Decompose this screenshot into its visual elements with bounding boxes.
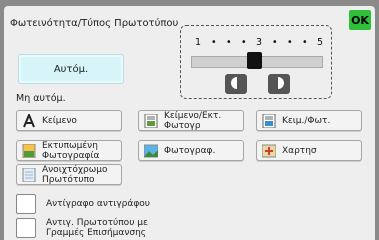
light-original-icon [22,167,36,182]
scale-mark-5: 5 [317,37,324,48]
photo-icon [144,144,158,158]
density-control: 1 • • • 3 • • • 5 [180,25,332,99]
type-text-print-photo-button[interactable]: Κείμενο/Εκτ. Φωτογρ [138,110,244,131]
ok-button[interactable]: OK [349,10,371,30]
highlighter-checkbox[interactable] [16,218,36,238]
type-map-label: Χαρτησ [282,145,317,156]
scale-dot: • [211,37,217,48]
printed-photo-icon [22,143,36,158]
scale-mark-3: 3 [256,37,263,48]
auto-button[interactable]: Αυτόμ. [18,54,124,84]
type-text-print-photo-label: Κείμενο/Εκτ. Φωτογρ [164,110,222,131]
density-decrease-button[interactable] [225,74,247,94]
half-circle-left-icon [230,75,242,94]
scale-dot: • [272,37,278,48]
text-a-icon [22,113,36,128]
copy-of-copy-label: Αντίγραφο αντιγράφου [46,199,150,209]
type-text-photo-button[interactable]: Κειμ./Φωτ. [256,110,362,131]
text-print-photo-icon [144,113,158,128]
density-slider-knob[interactable] [247,52,262,69]
type-text-label: Κείμενο [42,115,77,126]
type-light-original-button[interactable]: Ανοιχτόχρωμο Πρωτότυπο [16,164,122,185]
scale-dot: • [302,37,308,48]
scale-dot: • [241,37,247,48]
density-increase-button[interactable] [268,74,290,94]
exposure-panel: Φωτεινότητα/Τύπος Πρωτοτύπου OK 1 • • • … [4,6,375,240]
highlighter-label: Αντιγ. Πρωτοτύπου με Γραμμές Επισήμανσης [46,218,148,238]
type-light-original-label: Ανοιχτόχρωμο Πρωτότυπο [42,164,108,185]
page-title: Φωτεινότητα/Τύπος Πρωτοτύπου [10,18,179,29]
copy-of-copy-row[interactable]: Αντίγραφο αντιγράφου [16,194,150,214]
copy-of-copy-checkbox[interactable] [16,194,36,214]
scale-dot: • [287,37,293,48]
scale-dot: • [226,37,232,48]
scale-mark-1: 1 [195,37,202,48]
text-photo-icon [262,113,276,128]
highlighter-row[interactable]: Αντιγ. Πρωτοτύπου με Γραμμές Επισήμανσης [16,218,156,238]
half-circle-right-icon [273,75,285,94]
type-map-button[interactable]: Χαρτησ [256,140,362,161]
manual-label: Μη αυτόμ. [16,93,66,104]
density-scale: 1 • • • 3 • • • 5 [193,37,323,49]
type-photo-label: Φωτογραφ. [164,145,216,156]
type-printed-photo-button[interactable]: Εκτυπωμένη Φωτογραφία [16,140,122,161]
type-text-photo-label: Κειμ./Φωτ. [282,115,331,126]
type-photo-button[interactable]: Φωτογραφ. [138,140,244,161]
type-text-button[interactable]: Κείμενο [16,110,122,131]
type-printed-photo-label: Εκτυπωμένη Φωτογραφία [42,140,100,161]
map-icon [262,144,276,158]
